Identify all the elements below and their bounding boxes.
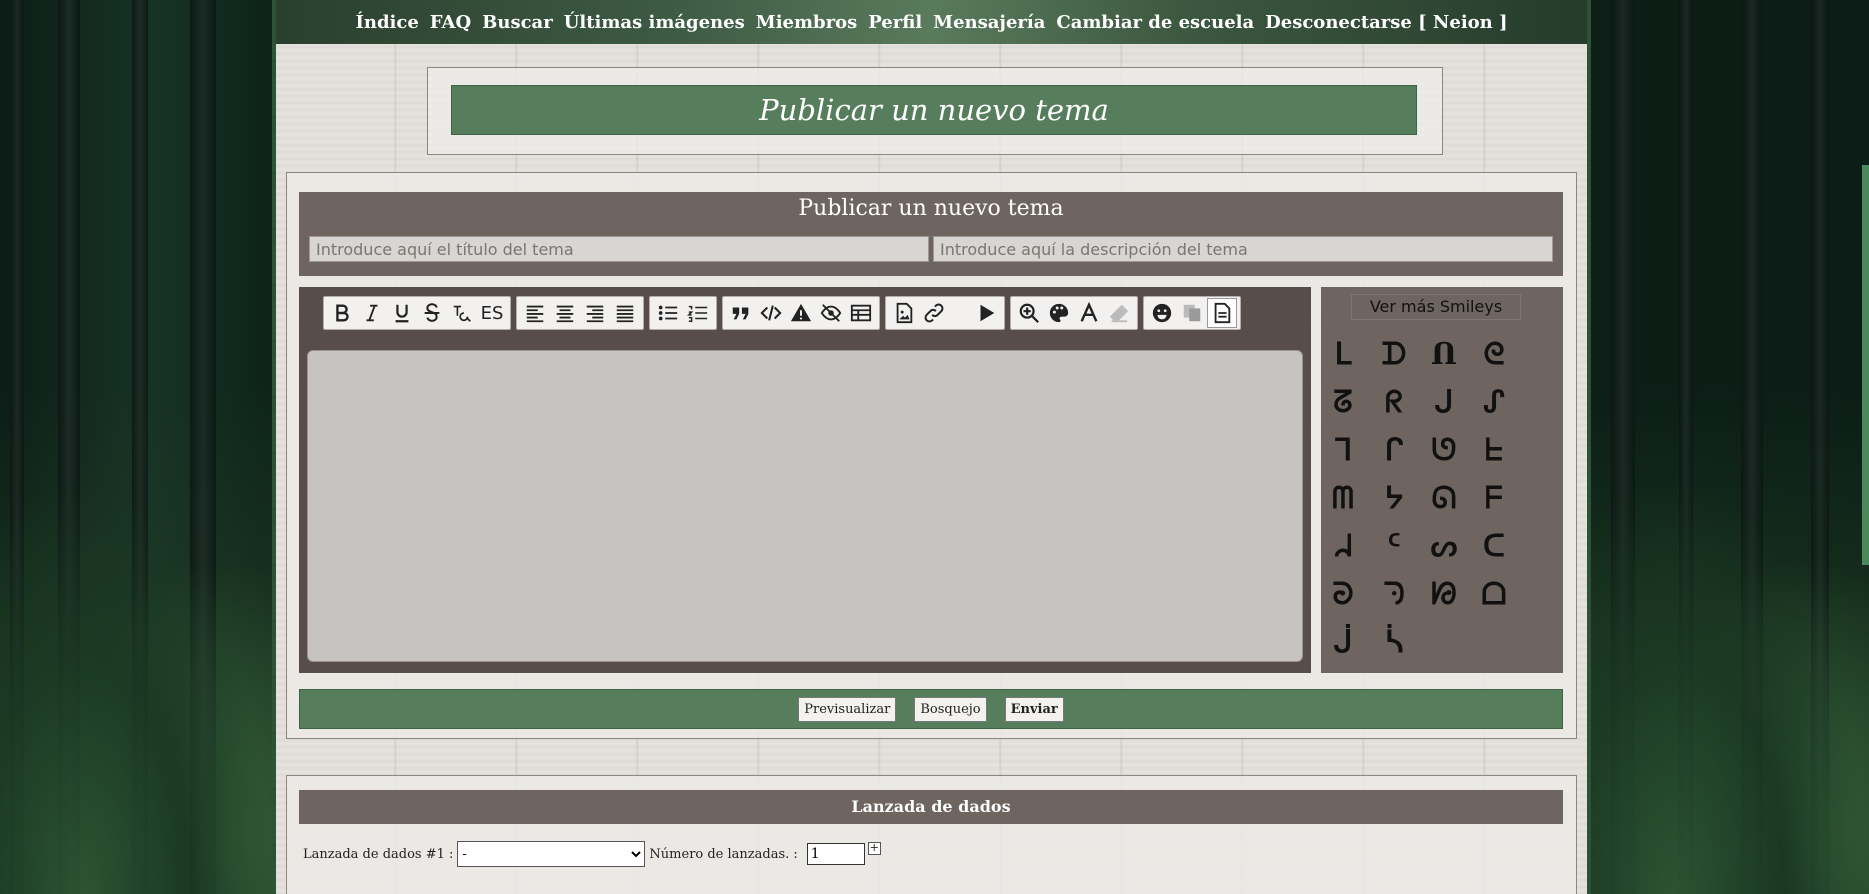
submit-button[interactable]: Enviar [1004,696,1064,722]
smiley-glyph[interactable]: ᗝ [1477,577,1511,613]
spellcheck-icon[interactable]: ES [477,298,507,328]
align-justify-icon[interactable] [610,298,640,328]
smiley-glyph[interactable]: ᗪ [1377,337,1411,373]
dice-row: Lanzada de dados #1 : - Número de lanzad… [303,841,881,867]
dice-count-label: Número de lanzadas. : [649,846,798,862]
page-container: Índice FAQ Buscar Últimas imágenes Miemb… [272,0,1591,894]
smiley-glyph[interactable]: ᗰ [1326,481,1360,517]
preview-button[interactable]: Previsualizar [798,696,897,722]
dice-label: Lanzada de dados #1 : [303,846,454,862]
forest-background-left [0,0,272,894]
zoom-icon[interactable] [1014,298,1044,328]
smiley-glyph[interactable]: ᔑ [1477,385,1511,421]
nav-change-school[interactable]: Cambiar de escuela [1056,12,1254,33]
align-center-icon[interactable] [550,298,580,328]
toolbar-group-blocks [722,296,880,330]
smiley-glyph[interactable]: ᘒ [1326,577,1360,613]
table-icon[interactable] [846,298,876,328]
scrollbar-thumb[interactable] [1862,165,1869,565]
draft-button[interactable]: Bosquejo [914,696,987,722]
top-navigation: Índice FAQ Buscar Últimas imágenes Miemb… [276,0,1587,44]
smiley-glyph[interactable]: ᖴ [1477,481,1511,517]
toolbar-group-media [885,296,1005,330]
smiley-glyph[interactable]: ᒪ [1326,337,1360,373]
post-form: Publicar un nuevo tema ES [286,172,1577,739]
smiley-glyph[interactable]: ᑕ [1477,529,1511,565]
nav-search[interactable]: Buscar [482,12,553,33]
image-icon[interactable] [889,298,919,328]
code-icon[interactable] [756,298,786,328]
smiley-glyph[interactable]: ᑦ [1377,529,1411,565]
toolbar-group-text: ES [323,296,511,330]
smiley-glyph[interactable]: ᘆ [1377,577,1411,613]
superscript-icon[interactable] [447,298,477,328]
dice-roll-section: Lanzada de dados Lanzada de dados #1 : -… [286,775,1577,894]
add-dice-button[interactable]: + [867,842,881,855]
dice-count-input[interactable] [806,843,865,865]
strikethrough-icon[interactable] [417,298,447,328]
nav-logout[interactable]: Desconectarse [ Neion ] [1265,12,1507,33]
nav-faq[interactable]: FAQ [430,12,471,33]
play-icon[interactable] [971,298,1001,328]
smiley-glyph[interactable]: ᒎ [1326,625,1360,661]
smiley-panel: Ver más Smileys ᒪ ᗪ Ո ᘓ ᘔ ᖇ ᒍ ᔑ ᒣ ᒋ ᘎ ᖶ … [1321,287,1563,673]
eraser-icon[interactable] [1104,298,1134,328]
font-icon[interactable] [1074,298,1104,328]
smiley-glyph[interactable]: ᖶ [1477,433,1511,469]
smiley-glyph[interactable]: ᒣ [1326,433,1360,469]
nav-members[interactable]: Miembros [756,12,857,33]
underline-icon[interactable] [387,298,417,328]
toolbar-group-extras [1143,296,1241,330]
page-title: Publicar un nuevo tema [451,85,1417,135]
smiley-glyph[interactable]: ᖇ [1377,385,1411,421]
editor-panel: ES [299,287,1311,673]
toolbar-spacer [949,298,971,328]
nav-profile[interactable]: Perfil [868,12,922,33]
smiley-glyph[interactable]: ᔭ [1377,481,1411,517]
page-title-box: Publicar un nuevo tema [427,67,1443,155]
smiley-glyph[interactable]: ᘓ [1477,337,1511,373]
topic-header: Publicar un nuevo tema [299,192,1563,276]
smiley-glyph[interactable]: ᘏ [1427,481,1461,517]
form-actions: Previsualizar Bosquejo Enviar [299,689,1563,729]
form-header-title: Publicar un nuevo tema [798,196,1064,221]
italic-icon[interactable] [357,298,387,328]
nav-messaging[interactable]: Mensajería [933,12,1045,33]
smiley-glyph[interactable]: ᘎ [1427,433,1461,469]
smiley-icon[interactable] [1147,298,1177,328]
smiley-glyph[interactable]: Ո [1427,337,1461,373]
warning-icon[interactable] [786,298,816,328]
bold-icon[interactable] [327,298,357,328]
smiley-glyph[interactable]: ᘙ [1427,577,1461,613]
nav-latest-images[interactable]: Últimas imágenes [564,12,745,33]
bullet-list-icon[interactable] [653,298,683,328]
smiley-glyph[interactable]: ᓵ [1377,625,1411,661]
align-right-icon[interactable] [580,298,610,328]
align-left-icon[interactable] [520,298,550,328]
smiley-glyph[interactable]: ᒋ [1377,433,1411,469]
copy-icon[interactable] [1177,298,1207,328]
hide-icon[interactable] [816,298,846,328]
topic-title-input[interactable] [309,236,929,262]
forest-background-right [1591,0,1869,894]
palette-icon[interactable] [1044,298,1074,328]
smiley-glyph[interactable]: ᔕ [1427,529,1461,565]
nav-index[interactable]: Índice [355,12,418,33]
editor-toolbar: ES [323,296,1241,330]
dice-header: Lanzada de dados [299,790,1563,824]
toolbar-group-lists [649,296,717,330]
document-icon[interactable] [1207,298,1237,328]
smiley-glyph[interactable]: ᒍ [1427,385,1461,421]
link-icon[interactable] [919,298,949,328]
smiley-glyph[interactable]: ᖹ [1326,529,1360,565]
quote-icon[interactable] [726,298,756,328]
numbered-list-icon[interactable] [683,298,713,328]
topic-description-input[interactable] [933,236,1553,262]
more-smileys-button[interactable]: Ver más Smileys [1351,294,1521,320]
dice-select[interactable]: - [457,841,646,867]
toolbar-group-align [516,296,644,330]
toolbar-group-style [1010,296,1138,330]
smiley-glyph[interactable]: ᘔ [1326,385,1360,421]
message-textarea[interactable] [307,350,1303,662]
